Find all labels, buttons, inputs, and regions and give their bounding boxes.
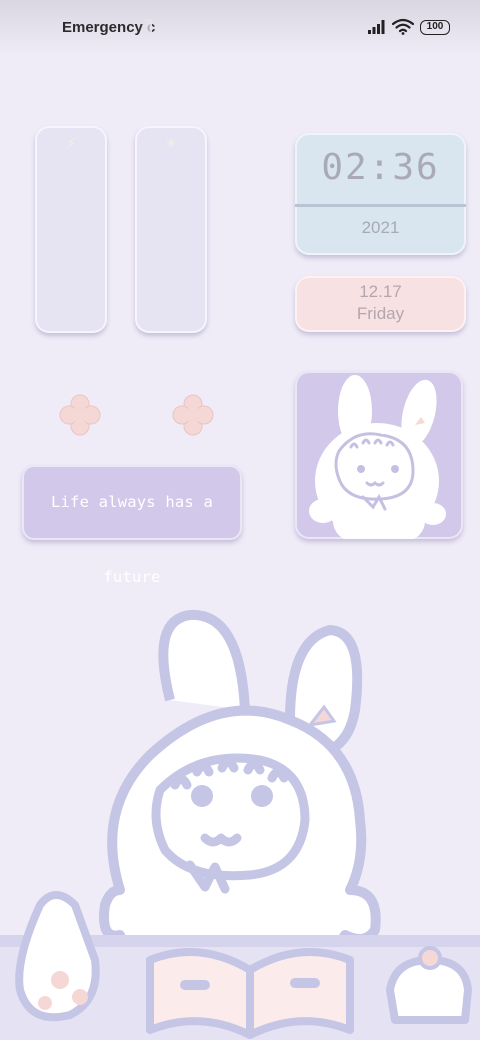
carrier-fade [140,19,152,37]
photo-widget[interactable] [295,371,463,539]
brightness-icon: ☀ [164,136,178,152]
clock-widget[interactable]: 02:36 2021 [295,133,466,255]
battery-level: 100 [426,21,444,32]
clock-divider [295,204,466,207]
date-weekday: Friday [356,304,405,323]
date-widget[interactable]: 12.17 Friday [295,276,466,332]
wallpaper-bunny-art [0,609,480,1040]
status-bar: Emergency c 100 [0,0,480,56]
flower-icon [172,394,214,436]
date-day-month: 12.17 [359,282,402,301]
quote-widget[interactable]: Life always has a future [22,465,242,586]
bunny-illustration [309,375,446,539]
clock-time: 02:36 [321,147,440,188]
wifi-icon [392,18,414,35]
clock-year: 2021 [361,218,400,237]
flower-icon [59,394,101,436]
flashlight-slider[interactable]: ⚡ [35,126,107,333]
flash-icon: ⚡ [66,136,76,152]
brightness-slider[interactable]: ☀ [135,126,207,333]
signal-icon [368,20,385,34]
battery-icon: 100 [420,20,450,35]
